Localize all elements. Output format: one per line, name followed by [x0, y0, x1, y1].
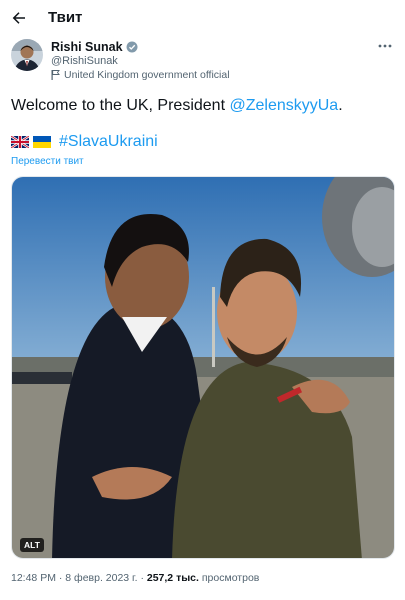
tweet-text-suffix: . — [338, 97, 343, 114]
author-handle[interactable]: @RishiSunak — [51, 55, 118, 67]
affiliation-label: United Kingdom government official — [51, 69, 230, 81]
tweet-date[interactable]: 8 февр. 2023 г. — [65, 572, 137, 584]
tweet-time[interactable]: 12:48 PM — [11, 572, 56, 584]
top-bar: Твит — [0, 0, 405, 36]
affiliation-text: United Kingdom government official — [64, 69, 230, 81]
back-arrow-icon[interactable] — [10, 9, 28, 27]
photo-illustration — [12, 177, 394, 558]
tweet-photo[interactable]: ALT — [11, 176, 395, 559]
flags-line: #SlavaUkraini — [11, 133, 158, 151]
ukraine-flag-icon — [33, 136, 51, 148]
alt-badge[interactable]: ALT — [20, 538, 44, 552]
author-name[interactable]: Rishi Sunak — [51, 40, 138, 54]
hashtag-link[interactable]: #SlavaUkraini — [59, 133, 158, 151]
tweet-meta: 12:48 PM · 8 февр. 2023 г. · 257,2 тыс. … — [11, 572, 259, 584]
uk-flag-icon — [11, 136, 29, 148]
page-title: Твит — [48, 9, 83, 26]
views-label: просмотров — [198, 572, 260, 584]
views-count: 257,2 тыс. — [146, 572, 199, 584]
translate-link[interactable]: Перевести твит — [11, 156, 84, 167]
more-dots-icon[interactable] — [377, 40, 393, 52]
tweet-text: Welcome to the UK, President @ZelenskyyU… — [11, 96, 343, 116]
author-name-text: Rishi Sunak — [51, 40, 123, 54]
meta-separator: · — [55, 572, 66, 584]
meta-separator: · — [137, 572, 147, 584]
affiliation-flag-icon — [51, 70, 60, 80]
verified-badge-icon — [126, 41, 138, 53]
tweet-text-prefix: Welcome to the UK, President — [11, 97, 230, 114]
mention-link[interactable]: @ZelenskyyUa — [229, 97, 338, 114]
avatar[interactable] — [11, 39, 43, 71]
